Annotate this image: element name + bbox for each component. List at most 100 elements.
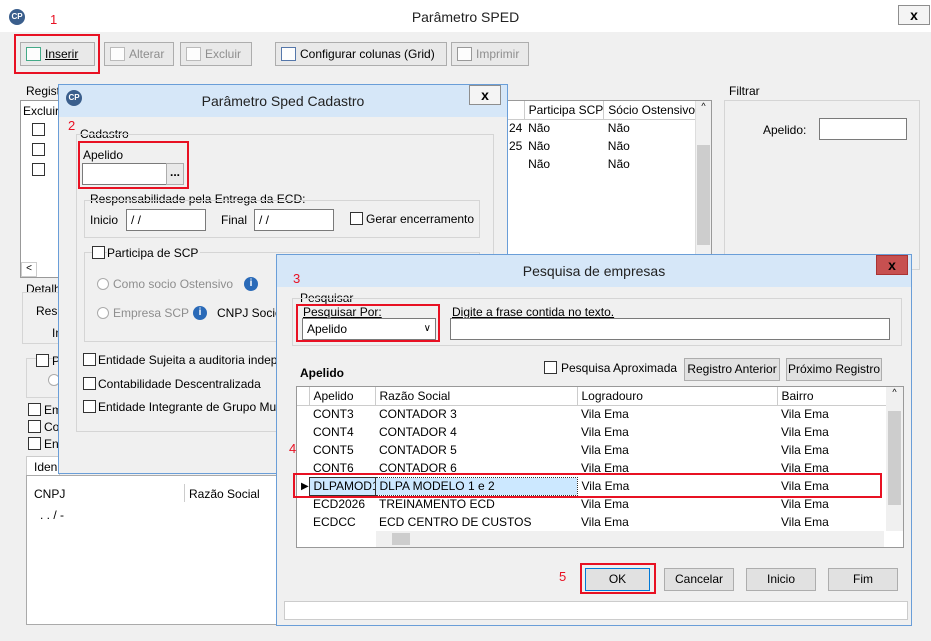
info-icon: i <box>244 277 258 291</box>
registros-table: Participa SCP Sócio Ostensivo 24 Não Não 25… <box>505 101 695 173</box>
annotation-number-4: 4 <box>289 441 297 456</box>
auditoria-label: Entidade Sujeita a auditoria indepe <box>98 353 285 367</box>
configure-columns-button[interactable]: Configurar colunas (Grid) <box>275 42 447 66</box>
main-close-button[interactable]: x <box>898 5 930 25</box>
left-check-en-label: En <box>44 437 59 451</box>
filtrar-apelido-input[interactable] <box>819 118 907 140</box>
annotation-box-2 <box>78 141 189 189</box>
cancelar-button[interactable]: Cancelar <box>664 568 734 591</box>
registro-anterior-button[interactable]: Registro Anterior <box>684 358 780 381</box>
table-row[interactable]: Não Não <box>505 155 695 173</box>
cnpj-row-value: . . / - <box>40 508 64 522</box>
p-checkbox[interactable] <box>36 354 49 367</box>
annotation-box-3 <box>296 304 440 342</box>
empresas-hscrollbar[interactable] <box>376 531 884 547</box>
scroll-up-arrow[interactable]: ^ <box>886 387 903 403</box>
row-checkbox[interactable] <box>32 123 45 136</box>
gerar-encerramento-checkbox[interactable] <box>350 212 363 225</box>
cadastro-logo-icon: CP <box>66 90 82 106</box>
table-row[interactable]: CONT3 CONTADOR 3 Vila Ema Vila Ema <box>297 405 886 423</box>
column-header[interactable]: Participa SCP <box>523 101 604 119</box>
cadastro-title: Parâmetro Sped Cadastro <box>201 93 365 109</box>
row-checkbox[interactable] <box>32 163 45 176</box>
pesquisa-aproximada-label: Pesquisa Aproximada <box>561 361 678 375</box>
inicio-label: Inicio <box>90 213 119 227</box>
annotation-number-1: 1 <box>50 12 58 27</box>
edit-icon <box>110 47 125 61</box>
grupo-label: Entidade Integrante de Grupo Mul <box>98 400 279 414</box>
status-bar <box>284 601 908 620</box>
annotation-box-5 <box>580 563 656 594</box>
left-check-en[interactable] <box>28 437 41 450</box>
delete-icon <box>186 47 201 61</box>
table-row[interactable]: CONT4 CONTADOR 4 Vila Ema Vila Ema <box>297 423 886 441</box>
pesquisa-close-button[interactable]: x <box>876 255 908 275</box>
scroll-thumb[interactable] <box>888 411 901 505</box>
column-header[interactable]: Logradouro <box>576 387 777 405</box>
empresa-scp-label: Empresa SCP <box>113 306 190 320</box>
final-label: Final <box>221 213 248 227</box>
proximo-registro-button[interactable]: Próximo Registro <box>786 358 882 381</box>
window-title: Parâmetro SPED <box>411 9 520 25</box>
table-header-row: Apelido Razão Social Logradouro Bairro <box>297 387 886 405</box>
column-header[interactable]: Bairro <box>776 387 886 405</box>
grupo-checkbox[interactable] <box>83 400 96 413</box>
pesquisa-title: Pesquisa de empresas <box>522 263 666 279</box>
table-row[interactable]: 24 Não Não <box>505 119 695 137</box>
digite-label: Digite a frase contida no texto. <box>452 305 615 319</box>
annotation-box-1 <box>14 34 100 74</box>
como-socio-radio[interactable] <box>97 278 109 290</box>
gerar-encerramento-label: Gerar encerramento <box>366 212 475 226</box>
contabilidade-descentralizada-label: Contabilidade Descentralizada <box>98 377 261 391</box>
scroll-thumb[interactable] <box>392 533 410 545</box>
contabilidade-descentralizada-checkbox[interactable] <box>83 377 96 390</box>
left-check-co[interactable] <box>28 420 41 433</box>
scroll-thumb[interactable] <box>697 145 710 245</box>
print-button[interactable]: Imprimir <box>451 42 529 66</box>
annotation-number-3: 3 <box>293 271 301 286</box>
participa-scp-checkbox[interactable] <box>92 246 105 259</box>
table-row[interactable]: ECDCC ECD CENTRO DE CUSTOS Vila Ema Vila Em… <box>297 513 886 531</box>
razao-col-header[interactable]: Razão Social <box>189 487 260 501</box>
registros-scrollbar[interactable]: ^ <box>695 101 711 259</box>
info-icon: i <box>193 306 207 320</box>
filtrar-apelido-label: Apelido: <box>763 123 807 137</box>
table-row[interactable]: CONT5 CONTADOR 5 Vila Ema Vila Ema <box>297 441 886 459</box>
cadastro-close-button[interactable]: x <box>469 85 501 105</box>
empresas-table: Apelido Razão Social Logradouro Bairro C… <box>297 387 886 531</box>
scroll-left-arrow[interactable]: < <box>21 262 37 277</box>
scroll-up-arrow[interactable]: ^ <box>696 101 711 117</box>
annotation-box-4 <box>293 473 882 498</box>
cnpj-col-divider <box>184 484 185 502</box>
inicio-button[interactable]: Inicio <box>746 568 816 591</box>
participa-scp-label: Participa de SCP <box>107 246 201 260</box>
delete-button[interactable]: Excluir <box>180 42 252 66</box>
grid-icon <box>281 47 296 61</box>
app-logo-icon: CP <box>9 9 25 25</box>
column-header[interactable]: Apelido <box>308 387 375 405</box>
table-row[interactable]: 25 Não Não <box>505 137 695 155</box>
empresas-vscrollbar[interactable]: ^ <box>886 387 903 531</box>
row-checkbox[interactable] <box>32 143 45 156</box>
column-header[interactable]: Razão Social <box>374 387 577 405</box>
final-date-input[interactable]: / / <box>254 209 334 231</box>
fim-button[interactable]: Fim <box>828 568 898 591</box>
column-header[interactable]: Sócio Ostensivo <box>603 101 695 119</box>
pesquisa-aproximada-checkbox[interactable] <box>544 361 557 374</box>
auditoria-checkbox[interactable] <box>83 353 96 366</box>
pesquisa-titlebar: Pesquisa de empresas <box>277 255 911 287</box>
excluir-col-header: Excluir <box>23 104 60 118</box>
cnpj-socio-label: CNPJ Socio <box>217 306 282 320</box>
inicio-date-input[interactable]: / / <box>126 209 206 231</box>
alter-button[interactable]: Alterar <box>104 42 174 66</box>
cnpj-col-header[interactable]: CNPJ <box>34 487 65 501</box>
search-text-input[interactable] <box>450 318 890 340</box>
identif-label: Iden <box>34 460 58 474</box>
left-check-em[interactable] <box>28 403 41 416</box>
grid-title: Apelido <box>300 366 344 380</box>
registros-label: Regist <box>26 84 61 98</box>
cadastro-titlebar: Parâmetro Sped Cadastro <box>59 85 507 117</box>
empresa-scp-radio[interactable] <box>97 307 109 319</box>
annotation-number-2: 2 <box>68 118 76 133</box>
main-titlebar: Parâmetro SPED <box>0 0 931 32</box>
